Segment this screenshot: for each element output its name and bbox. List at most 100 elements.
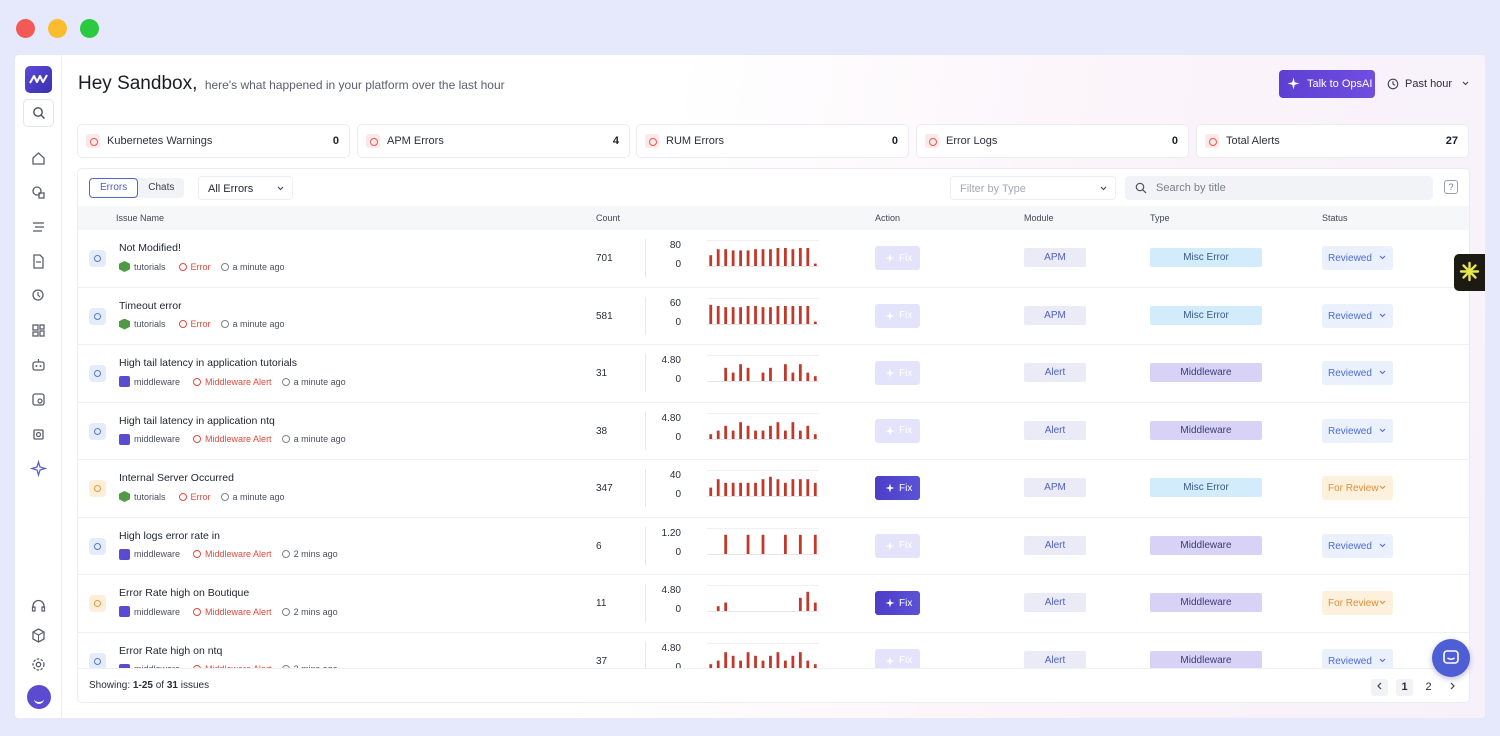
- fix-button[interactable]: Fix: [875, 591, 920, 615]
- status-dropdown[interactable]: Reviewed: [1322, 418, 1393, 443]
- status-dropdown[interactable]: Reviewed: [1322, 648, 1393, 668]
- issues-table-body: Not Modified! tutorials Error a minute ago 7…: [78, 230, 1469, 668]
- close-window-dot[interactable]: [16, 19, 35, 38]
- filter-by-type-dropdown[interactable]: Filter by Type: [950, 176, 1116, 200]
- opsai-sparkle-icon[interactable]: [30, 460, 47, 477]
- sparkline-bar: [776, 421, 780, 439]
- page-2-button[interactable]: 2: [1420, 679, 1437, 696]
- minimize-window-dot[interactable]: [48, 19, 67, 38]
- sparkline-bar: [746, 305, 750, 324]
- stat-total-alerts[interactable]: Total Alerts 27: [1196, 124, 1469, 158]
- issue-sparkline: [707, 240, 819, 267]
- search-input[interactable]: Search by title: [1125, 176, 1433, 200]
- sparkline-bar: [746, 651, 750, 668]
- rum-icon[interactable]: [30, 391, 47, 408]
- alerts-icon[interactable]: [30, 287, 47, 304]
- table-row[interactable]: Timeout error tutorials Error a minute ago 5…: [78, 288, 1469, 345]
- status-dropdown[interactable]: For Review: [1322, 591, 1393, 615]
- issue-name[interactable]: Internal Server Occurred: [119, 472, 234, 484]
- stat-value: 0: [891, 135, 898, 147]
- sparkline-bar: [761, 249, 765, 266]
- dashboards-icon[interactable]: [30, 322, 47, 339]
- infrastructure-icon[interactable]: [30, 184, 47, 201]
- fix-button[interactable]: Fix: [875, 648, 920, 668]
- table-row[interactable]: Internal Server Occurred tutorials Error a …: [78, 460, 1469, 518]
- package-icon[interactable]: [30, 627, 47, 644]
- issue-name[interactable]: High tail latency in application ntq: [119, 415, 275, 427]
- issue-sparkline: [707, 470, 819, 497]
- status-dropdown[interactable]: Reviewed: [1322, 361, 1393, 385]
- prev-page-button[interactable]: [1371, 679, 1388, 696]
- time-range-selector[interactable]: Past hour: [1385, 70, 1471, 98]
- logs-icon[interactable]: [30, 253, 47, 270]
- chat-support-button[interactable]: [1432, 639, 1470, 677]
- sparkle-icon: [885, 368, 895, 378]
- fix-label: Fix: [899, 310, 913, 321]
- status-dropdown[interactable]: Reviewed: [1322, 533, 1393, 558]
- sparkline-bar: [709, 304, 713, 324]
- headset-support-icon[interactable]: [30, 598, 47, 615]
- table-row[interactable]: High tail latency in application tutoria…: [78, 345, 1469, 403]
- sparkline-bar: [791, 655, 795, 668]
- sparkline-bar: [791, 372, 795, 381]
- issue-name[interactable]: Error Rate high on Boutique: [119, 587, 249, 599]
- talk-to-opsai-button[interactable]: Talk to OpsAI: [1279, 70, 1375, 98]
- page-1-button[interactable]: 1: [1396, 679, 1413, 696]
- issue-name[interactable]: High logs error rate in: [119, 530, 220, 542]
- stat-kubernetes-warnings[interactable]: Kubernetes Warnings 0: [77, 124, 350, 158]
- spark-min-label: 0: [675, 374, 681, 385]
- sparkline-bar: [724, 482, 728, 496]
- maximize-window-dot[interactable]: [80, 19, 99, 38]
- all-errors-dropdown[interactable]: All Errors: [198, 176, 293, 200]
- status-dropdown[interactable]: Reviewed: [1322, 303, 1393, 328]
- status-dropdown[interactable]: For Review: [1322, 476, 1393, 500]
- middleware-logo-icon[interactable]: [25, 66, 52, 93]
- next-page-button[interactable]: [1444, 679, 1461, 696]
- issue-name[interactable]: Not Modified!: [119, 242, 181, 254]
- spark-max-label: 4.80: [661, 412, 681, 424]
- table-row[interactable]: High logs error rate in middleware Middlew…: [78, 518, 1469, 575]
- table-row[interactable]: Error Rate high on Boutique middleware Mid…: [78, 575, 1469, 633]
- table-row[interactable]: Not Modified! tutorials Error a minute ago 7…: [78, 230, 1469, 288]
- sparkline-bar: [761, 372, 765, 381]
- help-icon[interactable]: ?: [1444, 180, 1458, 194]
- tab-chats[interactable]: Chats: [138, 178, 184, 198]
- fix-button[interactable]: Fix: [875, 418, 920, 443]
- tab-errors[interactable]: Errors: [89, 178, 139, 198]
- sparkline-bar: [731, 430, 735, 439]
- module-badge: Alert: [1024, 650, 1086, 668]
- stat-apm-errors[interactable]: APM Errors 4: [357, 124, 630, 158]
- stat-error-logs[interactable]: Error Logs 0: [916, 124, 1189, 158]
- fix-button[interactable]: Fix: [875, 476, 920, 500]
- fix-button[interactable]: Fix: [875, 533, 920, 558]
- sparkline-bar: [731, 655, 735, 668]
- nodejs-hex-icon: [119, 261, 130, 272]
- list-icon[interactable]: [30, 219, 47, 236]
- issue-count: 347: [596, 483, 613, 494]
- issue-sparkline: [707, 585, 819, 612]
- issue-name[interactable]: High tail latency in application tutoria…: [119, 357, 297, 369]
- sparkline-bar: [739, 482, 742, 496]
- settings-chip-icon[interactable]: [30, 426, 47, 443]
- chevron-down-icon: [1462, 81, 1469, 86]
- fix-button[interactable]: Fix: [875, 246, 920, 270]
- feedback-widget-tab[interactable]: [1454, 254, 1485, 291]
- module-badge: Alert: [1024, 535, 1086, 555]
- gear-icon[interactable]: [30, 656, 47, 673]
- table-row[interactable]: Error Rate high on ntqmiddlewareMiddlewa…: [78, 633, 1469, 668]
- sparkline-bar: [806, 591, 810, 611]
- bot-icon[interactable]: [30, 357, 47, 374]
- fix-button[interactable]: Fix: [875, 303, 920, 328]
- user-avatar[interactable]: [27, 685, 51, 709]
- sparkline-bar: [761, 660, 765, 668]
- issue-name[interactable]: Timeout error: [119, 300, 182, 312]
- home-icon[interactable]: [30, 150, 47, 167]
- table-row[interactable]: High tail latency in application ntq midd…: [78, 403, 1469, 460]
- issue-name[interactable]: Error Rate high on ntq: [119, 645, 222, 657]
- stat-label: Total Alerts: [1226, 135, 1280, 147]
- stat-rum-errors[interactable]: RUM Errors 0: [636, 124, 909, 158]
- sparkline-bar: [761, 534, 765, 554]
- sidebar-search-button[interactable]: [23, 99, 54, 127]
- fix-button[interactable]: Fix: [875, 361, 920, 385]
- status-dropdown[interactable]: Reviewed: [1322, 246, 1393, 270]
